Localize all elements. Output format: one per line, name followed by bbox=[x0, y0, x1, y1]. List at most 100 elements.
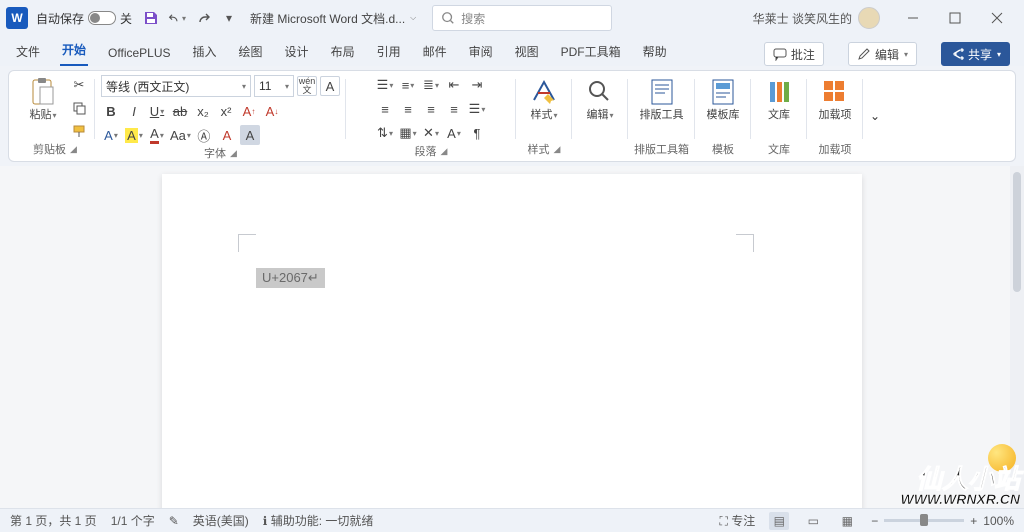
line-spacing-button[interactable]: ⇅▾ bbox=[375, 123, 395, 143]
ribbon-collapse-button[interactable]: ⌄ bbox=[863, 75, 887, 157]
selected-text[interactable]: U+2067↵ bbox=[256, 268, 325, 288]
undo-icon[interactable]: ▾ bbox=[168, 9, 186, 27]
bullets-button[interactable]: ☰▾ bbox=[375, 75, 395, 95]
tab-home[interactable]: 开始 bbox=[60, 37, 88, 66]
shrink-font-button[interactable]: A↓ bbox=[262, 101, 282, 121]
status-accessibility[interactable]: ℹ 辅助功能: 一切就绪 bbox=[263, 512, 374, 529]
increase-indent-button[interactable]: ⇥ bbox=[467, 75, 487, 95]
styles-button[interactable]: 样式▾ bbox=[522, 75, 566, 122]
minimize-button[interactable] bbox=[892, 4, 934, 32]
multilevel-list-button[interactable]: ≣▾ bbox=[421, 75, 441, 95]
print-layout-view-icon[interactable]: ▤ bbox=[769, 512, 789, 530]
underline-button[interactable]: U▾ bbox=[147, 101, 167, 121]
web-layout-view-icon[interactable]: ▦ bbox=[837, 512, 857, 530]
cut-icon[interactable]: ✂ bbox=[69, 75, 89, 95]
group-label-layout-tools: 排版工具箱 bbox=[634, 141, 689, 157]
justify-button[interactable]: ≡ bbox=[444, 99, 464, 119]
change-case-button[interactable]: Aa▾ bbox=[170, 125, 191, 145]
paste-button[interactable]: 粘贴▾ bbox=[21, 75, 65, 122]
align-center-button[interactable]: ≡ bbox=[398, 99, 418, 119]
status-focus[interactable]: ⛶ 专注 bbox=[720, 512, 756, 529]
zoom-slider[interactable] bbox=[884, 519, 964, 522]
tab-officeplus[interactable]: OfficePLUS bbox=[106, 42, 172, 66]
zoom-level[interactable]: 100% bbox=[983, 514, 1014, 528]
templates-button[interactable]: 模板库 bbox=[701, 75, 745, 122]
format-painter-icon[interactable] bbox=[69, 121, 89, 141]
tab-references[interactable]: 引用 bbox=[375, 39, 403, 66]
font-color-button[interactable]: A▾ bbox=[147, 125, 167, 145]
font-size-select[interactable]: 11▾ bbox=[254, 75, 294, 97]
wenku-button[interactable]: 文库 bbox=[757, 75, 801, 122]
font-name-select[interactable]: 等线 (西文正文)▾ bbox=[101, 75, 251, 97]
copy-icon[interactable] bbox=[69, 98, 89, 118]
align-left-button[interactable]: ≡ bbox=[375, 99, 395, 119]
bold-button[interactable]: B bbox=[101, 101, 121, 121]
align-right-button[interactable]: ≡ bbox=[421, 99, 441, 119]
save-icon[interactable] bbox=[142, 9, 160, 27]
phonetic-guide-button[interactable]: wén文 bbox=[297, 76, 317, 96]
superscript-button[interactable]: x² bbox=[216, 101, 236, 121]
sort-button[interactable]: ✕▾ bbox=[421, 123, 441, 143]
status-spellcheck-icon[interactable]: ✎ bbox=[169, 514, 179, 528]
tab-draw[interactable]: 绘图 bbox=[237, 39, 265, 66]
document-page[interactable]: U+2067↵ bbox=[162, 174, 862, 508]
dialog-launcher-icon[interactable]: ◢ bbox=[70, 144, 77, 155]
tab-help[interactable]: 帮助 bbox=[641, 39, 669, 66]
zoom-control[interactable]: − + 100% bbox=[871, 514, 1014, 528]
character-shading-button[interactable]: A bbox=[240, 125, 260, 145]
editing-button[interactable]: 编辑▾ bbox=[578, 75, 622, 122]
tab-review[interactable]: 审阅 bbox=[467, 39, 495, 66]
clear-formatting-button[interactable]: A bbox=[217, 125, 237, 145]
distributed-button[interactable]: ☰▾ bbox=[467, 99, 487, 119]
zoom-out-icon[interactable]: − bbox=[871, 514, 878, 528]
doc-title-chevron-icon[interactable]: ⌵ bbox=[410, 13, 416, 23]
tab-pdf-toolbox[interactable]: PDF工具箱 bbox=[559, 39, 623, 66]
group-styles: 样式▾ 样式◢ bbox=[516, 75, 572, 157]
strikethrough-button[interactable]: ab bbox=[170, 101, 190, 121]
show-marks-button[interactable]: ¶ bbox=[467, 123, 487, 143]
status-page[interactable]: 第 1 页，共 1 页 bbox=[10, 512, 97, 529]
group-templates: 模板库 模板 bbox=[695, 75, 751, 157]
editing-mode-button[interactable]: 编辑▾ bbox=[848, 42, 917, 66]
tab-layout[interactable]: 布局 bbox=[329, 39, 357, 66]
user-account[interactable]: 华莱士 谈笑风生的 bbox=[753, 7, 880, 29]
close-button[interactable] bbox=[976, 4, 1018, 32]
qat-dropdown-icon[interactable]: ▾ bbox=[220, 9, 238, 27]
share-button[interactable]: 共享▾ bbox=[941, 42, 1010, 66]
read-mode-view-icon[interactable]: ▭ bbox=[803, 512, 823, 530]
toggle-switch-icon[interactable] bbox=[88, 11, 116, 25]
redo-icon[interactable] bbox=[194, 9, 212, 27]
tab-mailings[interactable]: 邮件 bbox=[421, 39, 449, 66]
subscript-button[interactable]: x₂ bbox=[193, 101, 213, 121]
quick-access-toolbar: ▾ ▾ bbox=[142, 9, 238, 27]
maximize-button[interactable] bbox=[934, 4, 976, 32]
text-effects-button[interactable]: A▾ bbox=[101, 125, 121, 145]
tab-design[interactable]: 设计 bbox=[283, 39, 311, 66]
autosave-toggle[interactable]: 自动保存 关 bbox=[36, 10, 132, 27]
status-language[interactable]: 英语(美国) bbox=[193, 512, 249, 529]
enclose-characters-button[interactable]: Ⓐ bbox=[194, 125, 214, 145]
shading-button[interactable]: A▾ bbox=[444, 123, 464, 143]
tab-view[interactable]: 视图 bbox=[513, 39, 541, 66]
dialog-launcher-icon[interactable]: ◢ bbox=[554, 144, 561, 155]
italic-button[interactable]: I bbox=[124, 101, 144, 121]
search-box[interactable]: 搜索 bbox=[432, 5, 612, 31]
status-word-count[interactable]: 1/1 个字 bbox=[111, 512, 155, 529]
comments-button[interactable]: 批注 bbox=[764, 42, 824, 66]
highlight-button[interactable]: A▾ bbox=[124, 125, 144, 145]
decrease-indent-button[interactable]: ⇤ bbox=[444, 75, 464, 95]
character-border-button[interactable]: A bbox=[320, 76, 340, 96]
tab-insert[interactable]: 插入 bbox=[191, 39, 219, 66]
borders-button[interactable]: ▦▾ bbox=[398, 123, 418, 143]
zoom-in-icon[interactable]: + bbox=[970, 514, 977, 528]
document-area[interactable]: U+2067↵ bbox=[0, 166, 1024, 508]
dialog-launcher-icon[interactable]: ◢ bbox=[230, 148, 237, 159]
scrollbar-thumb[interactable] bbox=[1013, 172, 1021, 292]
margin-mark-icon bbox=[238, 234, 256, 252]
addins-button[interactable]: 加载项 bbox=[813, 75, 857, 122]
dialog-launcher-icon[interactable]: ◢ bbox=[441, 146, 448, 157]
grow-font-button[interactable]: A↑ bbox=[239, 101, 259, 121]
layout-tools-button[interactable]: 排版工具 bbox=[640, 75, 684, 122]
tab-file[interactable]: 文件 bbox=[14, 39, 42, 66]
numbering-button[interactable]: ≡▾ bbox=[398, 75, 418, 95]
